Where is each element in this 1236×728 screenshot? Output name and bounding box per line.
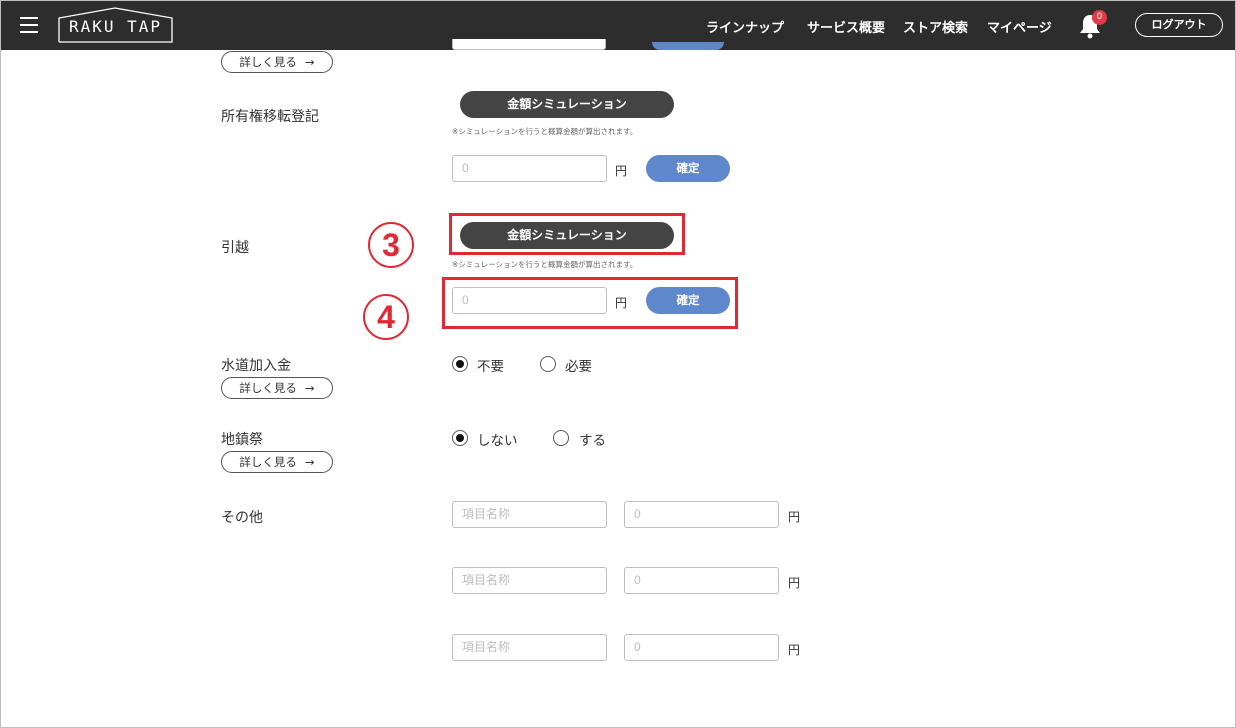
radio-label-ceremony-yes: する — [579, 433, 606, 449]
logo[interactable]: RAKU TAP — [58, 7, 173, 43]
detail-button-ground-ceremony[interactable]: 詳しく見る → — [221, 451, 333, 473]
radio-ceremony-no[interactable] — [452, 430, 468, 446]
radio-label-ceremony-no: しない — [477, 433, 518, 449]
simulation-note-moving: ※シミュレーションを行うと概算金額が算出されます。 — [452, 260, 638, 269]
radio-water-not-required[interactable] — [452, 356, 468, 372]
step-4-marker: 4 — [363, 294, 409, 340]
label-moving: 引越 — [221, 240, 249, 256]
radio-water-required[interactable] — [540, 356, 556, 372]
partial-amount-input[interactable] — [452, 39, 606, 50]
item-name-input-3[interactable]: 項目名称 — [452, 634, 607, 661]
logout-button[interactable]: ログアウト — [1135, 13, 1223, 37]
yen-unit-ownership: 円 — [615, 164, 628, 178]
label-ownership-transfer: 所有権移転登記 — [221, 109, 319, 125]
nav-store-search[interactable]: ストア検索 — [903, 17, 968, 36]
label-ground-ceremony: 地鎮祭 — [221, 432, 263, 448]
item-amount-input-2[interactable]: 0 — [624, 567, 779, 594]
simulation-button-moving[interactable]: 金額シミュレーション — [460, 222, 674, 249]
hamburger-menu-icon[interactable] — [20, 17, 38, 33]
item-amount-input-1[interactable]: 0 — [624, 501, 779, 528]
top-header: RAKU TAP ラインナップ サービス概要 ストア検索 マイページ 0 ログア… — [1, 1, 1235, 50]
amount-input-moving[interactable]: 0 — [452, 287, 607, 314]
detail-button-water[interactable]: 詳しく見る → — [221, 377, 333, 399]
amount-input-ownership[interactable]: 0 — [452, 155, 607, 182]
item-amount-input-3[interactable]: 0 — [624, 634, 779, 661]
nav-service-overview[interactable]: サービス概要 — [807, 17, 885, 36]
confirm-button-moving[interactable]: 確定 — [646, 287, 730, 314]
notification-badge: 0 — [1092, 10, 1107, 25]
confirm-button-ownership[interactable]: 確定 — [646, 155, 730, 182]
nav-mypage[interactable]: マイページ — [987, 17, 1052, 36]
radio-label-water-required: 必要 — [565, 359, 592, 375]
item-name-input-2[interactable]: 項目名称 — [452, 567, 607, 594]
logo-text: RAKU TAP — [68, 17, 163, 36]
nav-lineup[interactable]: ラインナップ — [706, 17, 784, 36]
yen-unit-other-1: 円 — [788, 510, 801, 524]
label-water-connection-fee: 水道加入金 — [221, 358, 291, 374]
simulation-note-ownership: ※シミュレーションを行うと概算金額が算出されます。 — [452, 127, 638, 136]
detail-button-previous[interactable]: 詳しく見る → — [221, 51, 333, 73]
step-3-marker: 3 — [368, 222, 414, 268]
yen-unit-other-3: 円 — [788, 643, 801, 657]
label-other: その他 — [221, 510, 263, 526]
partial-confirm-button[interactable] — [652, 42, 724, 50]
yen-unit-other-2: 円 — [788, 576, 801, 590]
radio-ceremony-yes[interactable] — [553, 430, 569, 446]
simulation-button-ownership[interactable]: 金額シミュレーション — [460, 91, 674, 118]
item-name-input-1[interactable]: 項目名称 — [452, 501, 607, 528]
yen-unit-moving: 円 — [615, 296, 628, 310]
radio-label-water-not-required: 不要 — [477, 359, 504, 375]
